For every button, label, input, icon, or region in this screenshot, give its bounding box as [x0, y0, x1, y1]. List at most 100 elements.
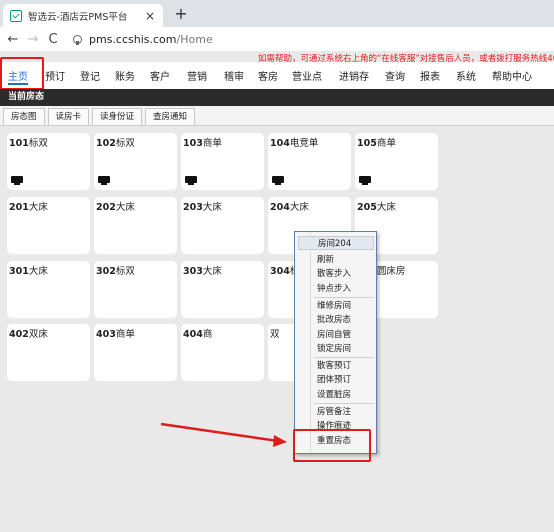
context-menu-item[interactable]: 散客步入 [298, 267, 374, 281]
menu-separator [314, 357, 374, 359]
new-tab-button[interactable]: + [172, 4, 190, 23]
menu-item-5[interactable]: 营销 [187, 68, 207, 83]
menu-item-3[interactable]: 账务 [115, 68, 135, 83]
context-menu-item[interactable]: 维修房间 [298, 299, 374, 313]
menu-item-8[interactable]: 营业点 [292, 68, 322, 83]
room-card[interactable]: 301大床 [7, 261, 90, 318]
room-type: 大床 [289, 202, 309, 213]
room-number: 101 [9, 138, 29, 149]
room-type: 电竞单 [289, 138, 319, 149]
room-label: 301大床 [9, 263, 48, 277]
subtab-0[interactable]: 房态图 [3, 108, 45, 125]
monitor-icon [359, 176, 371, 185]
menu-item-12[interactable]: 系统 [456, 68, 476, 83]
room-card[interactable]: 103商单 [181, 133, 264, 190]
room-type: 商单 [115, 329, 135, 340]
room-label: 双 [270, 326, 280, 340]
menu-item-1[interactable]: 预订 [45, 68, 65, 83]
subtab-1[interactable]: 读房卡 [47, 108, 90, 125]
room-number: 203 [183, 202, 203, 213]
room-card[interactable]: 302标双 [94, 261, 177, 318]
monitor-icon [98, 176, 110, 185]
room-type: 大床 [28, 266, 48, 277]
room-card[interactable]: 102标双 [94, 133, 177, 190]
room-context-menu: 房间204 刷新 散客步入 钟点步入 维修房间 批改房态 房间自管 锁定房间 散客预订 团体预订设… [294, 231, 377, 454]
tab-title: 智选云-酒店云PMS平台 [28, 11, 128, 23]
room-card[interactable]: 101标双 [7, 133, 90, 190]
sub-tabs: 房态图 读房卡 读身份证 查房通知 [0, 106, 554, 126]
room-type: 标双 [115, 138, 135, 149]
room-label: 303大床 [183, 263, 222, 277]
reset-status-highlight-box [293, 429, 371, 462]
close-tab-icon[interactable]: × [143, 9, 157, 23]
room-number: 104 [270, 138, 290, 149]
room-type: 双 [270, 329, 280, 340]
room-card[interactable]: 104电竞单 [268, 133, 351, 190]
room-label: 102标双 [96, 135, 135, 149]
room-card[interactable]: 403商单 [94, 324, 177, 381]
room-number: 404 [183, 329, 203, 340]
room-type: 圆床房 [376, 266, 406, 277]
reload-button[interactable]: C [43, 32, 63, 47]
room-label: 403商单 [96, 326, 135, 340]
menu-item-2[interactable]: 登记 [80, 68, 100, 83]
forward-button[interactable]: → [23, 32, 43, 47]
menu-item-11[interactable]: 报表 [420, 68, 440, 83]
site-info-icon[interactable] [73, 34, 82, 45]
room-label: 202大床 [96, 199, 135, 213]
back-button[interactable]: ← [3, 32, 23, 47]
room-label: 204大床 [270, 199, 309, 213]
url-path: /Home [176, 32, 213, 46]
room-card[interactable]: 303大床 [181, 261, 264, 318]
room-label: 402双床 [9, 326, 48, 340]
room-label: 203大床 [183, 199, 222, 213]
room-card[interactable]: 203大床 [181, 197, 264, 254]
context-menu-item[interactable]: 房管备注 [298, 405, 374, 419]
room-number: 303 [183, 266, 203, 277]
room-card[interactable]: 404商 [181, 324, 264, 381]
menu-item-6[interactable]: 稽审 [224, 68, 244, 83]
room-number: 102 [96, 138, 116, 149]
room-label: 103商单 [183, 135, 222, 149]
room-label: 101标双 [9, 135, 48, 149]
menu-item-13[interactable]: 帮助中心 [492, 68, 532, 83]
room-type: 标双 [115, 266, 135, 277]
room-label: 205大床 [357, 199, 396, 213]
room-card[interactable]: 105商单 [355, 133, 438, 190]
subtab-3[interactable]: 查房通知 [145, 108, 196, 125]
context-menu-item[interactable]: 散客预订 [298, 359, 374, 373]
room-card[interactable]: 202大床 [94, 197, 177, 254]
menu-item-9[interactable]: 进销存 [339, 68, 369, 83]
context-menu-item[interactable]: 设置脏房 [298, 388, 374, 402]
room-card[interactable]: 201大床 [7, 197, 90, 254]
room-label: 404商 [183, 326, 212, 340]
room-number: 103 [183, 138, 203, 149]
room-number: 402 [9, 329, 29, 340]
room-label: 302标双 [96, 263, 135, 277]
browser-tab[interactable]: 智选云-酒店云PMS平台 × [3, 4, 163, 27]
context-menu-item[interactable]: 房间自管 [298, 328, 374, 342]
menu-separator [314, 403, 374, 404]
subtab-2[interactable]: 读身份证 [92, 108, 143, 125]
context-menu-item[interactable]: 刷新 [298, 253, 374, 267]
monitor-icon [11, 176, 23, 185]
room-type: 标双 [28, 138, 48, 149]
menu-item-10[interactable]: 查询 [385, 68, 405, 83]
menu-item-4[interactable]: 客户 [150, 68, 170, 83]
room-number: 201 [9, 202, 29, 213]
room-card[interactable]: 402双床 [7, 324, 90, 381]
menu-item-7[interactable]: 客房 [258, 68, 278, 83]
context-menu-item[interactable]: 团体预订 [298, 373, 374, 387]
context-menu-item[interactable]: 批改房态 [298, 313, 374, 327]
section-title: 当前房态 [0, 89, 554, 106]
room-type: 大床 [202, 266, 222, 277]
context-menu-item[interactable]: 钟点步入 [298, 282, 374, 296]
url-field[interactable]: pms.ccshis.com/Home [89, 33, 213, 46]
room-number: 302 [96, 266, 116, 277]
context-menu-item[interactable]: 锁定房间 [298, 342, 374, 356]
address-bar: ← → C pms.ccshis.com/Home [0, 27, 554, 51]
menu-separator [314, 296, 374, 298]
monitor-icon [185, 176, 197, 185]
room-type: 大床 [28, 202, 48, 213]
room-type: 商单 [376, 138, 396, 149]
